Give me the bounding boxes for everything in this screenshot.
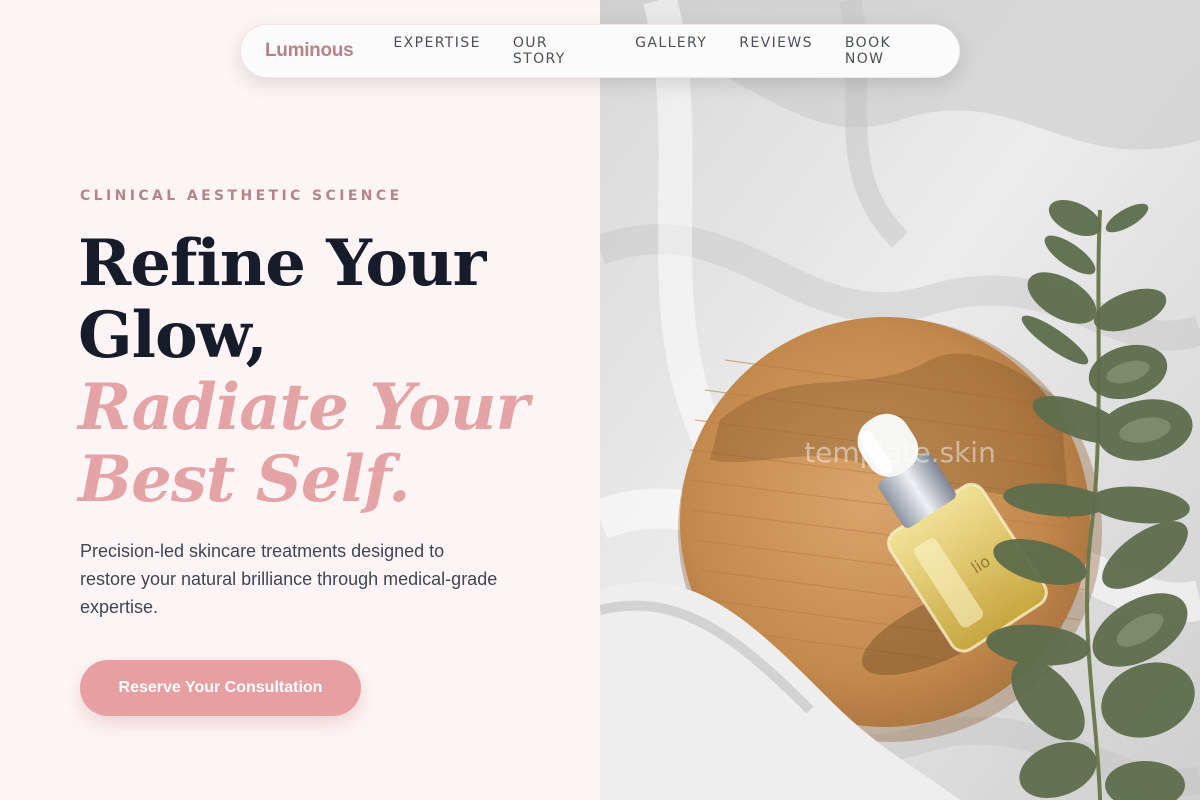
- headline-line-1: Refine Your: [78, 226, 486, 301]
- hero-image: lio template.skin: [600, 0, 1200, 800]
- headline-accent-line-2: Best Self.: [78, 442, 410, 517]
- headline-accent-line-1: Radiate Your: [78, 370, 529, 445]
- reserve-consultation-button[interactable]: Reserve Your Consultation: [80, 660, 361, 716]
- nav-links: EXPERTISE OUR STORY GALLERY REVIEWS BOOK…: [393, 35, 933, 67]
- watermark-text: template.skin: [804, 436, 996, 469]
- brand-logo[interactable]: Luminous: [265, 40, 354, 62]
- hero-headline: Refine Your Glow, Radiate Your Best Self…: [78, 226, 529, 517]
- nav-link-reviews[interactable]: REVIEWS: [739, 35, 813, 67]
- nav-link-expertise[interactable]: EXPERTISE: [393, 35, 480, 67]
- nav-link-gallery[interactable]: GALLERY: [635, 35, 707, 67]
- hero-eyebrow: CLINICAL AESTHETIC SCIENCE: [80, 188, 403, 204]
- nav-link-our-story[interactable]: OUR STORY: [513, 35, 603, 67]
- headline-line-2: Glow,: [78, 298, 268, 373]
- nav-link-book-now[interactable]: BOOK NOW: [845, 35, 933, 67]
- top-navigation: Luminous EXPERTISE OUR STORY GALLERY REV…: [240, 24, 960, 78]
- hero-description: Precision-led skincare treatments design…: [80, 541, 498, 617]
